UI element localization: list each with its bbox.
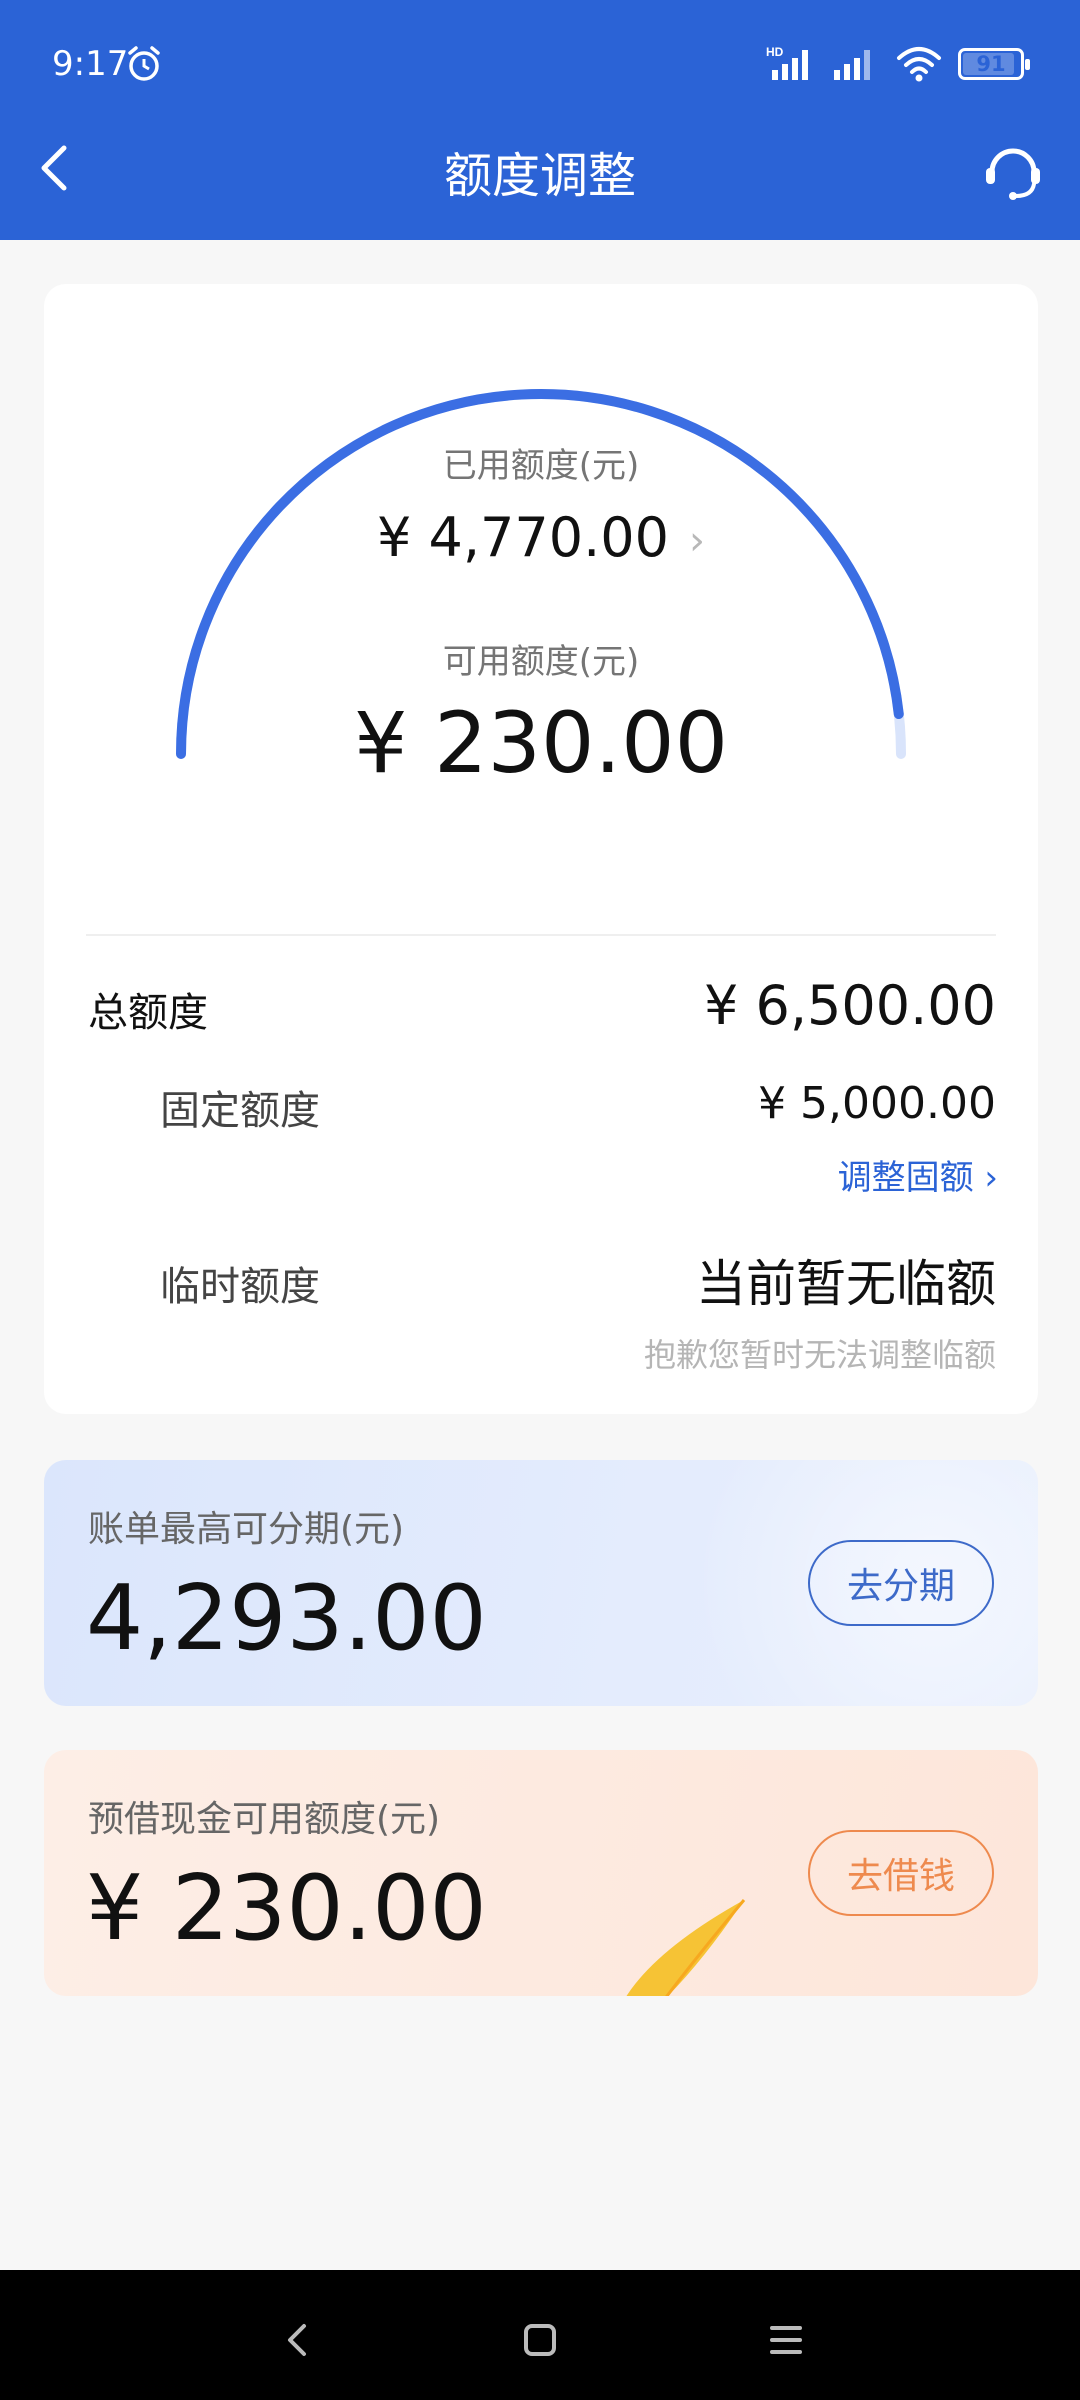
- cash-label: 预借现金可用额度(元): [88, 1799, 441, 1840]
- quota-card: 已用额度(元) ¥ 4,770.00 › 可用额度(元) ¥ 230.00 总额度…: [44, 284, 1038, 1414]
- battery-icon: 91: [958, 48, 1030, 80]
- fixed-quota-label: 固定额度: [160, 1088, 320, 1134]
- customer-service-icon[interactable]: [980, 138, 1046, 204]
- installment-value: 4,293.00: [86, 1566, 487, 1671]
- wifi-icon: [897, 47, 941, 82]
- borrow-button[interactable]: 去借钱: [808, 1830, 994, 1916]
- used-quota-row[interactable]: ¥ 4,770.00 ›: [44, 506, 1038, 569]
- temp-quota-value: 当前暂无临额: [696, 1255, 996, 1313]
- chevron-right-icon: ›: [689, 518, 705, 565]
- installment-label: 账单最高可分期(元): [88, 1509, 405, 1550]
- page-title: 额度调整: [443, 148, 636, 204]
- nav-back-icon[interactable]: [268, 2310, 328, 2370]
- nav-home-icon[interactable]: [510, 2310, 570, 2370]
- alarm-icon: [128, 46, 160, 81]
- available-quota-value: ¥ 230.00: [353, 694, 729, 792]
- divider: [86, 934, 996, 936]
- cash-advance-card[interactable]: 预借现金可用额度(元) ¥ 230.00 去借钱: [44, 1750, 1038, 1996]
- adjust-fixed-quota-link[interactable]: 调整固额 ›: [838, 1150, 998, 1199]
- signal-icon: [834, 50, 870, 80]
- battery-level: 91: [976, 52, 1006, 76]
- total-quota-label: 总额度: [88, 990, 208, 1036]
- chevron-right-icon: ›: [984, 1158, 998, 1198]
- hd-signal-icon: HD: [766, 45, 808, 80]
- system-navbar: [0, 2270, 1080, 2400]
- adjust-fixed-quota-label: 调整固额: [837, 1158, 974, 1198]
- nav-menu-icon[interactable]: [756, 2310, 816, 2370]
- total-quota-value: ¥ 6,500.00: [704, 974, 996, 1037]
- temp-quota-label: 临时额度: [160, 1264, 320, 1310]
- status-icons: HD 91: [766, 44, 1030, 84]
- used-quota-value: ¥ 4,770.00: [377, 506, 669, 569]
- installment-button[interactable]: 去分期: [808, 1540, 994, 1626]
- used-quota-label: 已用额度(元): [442, 446, 640, 486]
- svg-text:HD: HD: [766, 45, 784, 59]
- app-header: 9:17 HD 91 额度调整: [0, 0, 1080, 240]
- installment-card[interactable]: 账单最高可分期(元) 4,293.00 去分期: [44, 1460, 1038, 1706]
- cash-value: ¥ 230.00: [86, 1856, 487, 1961]
- feather-decoration: [626, 1899, 746, 1996]
- temp-quota-note: 抱歉您暂时无法调整临额: [643, 1336, 996, 1374]
- fixed-quota-value: ¥ 5,000.00: [758, 1078, 996, 1129]
- available-quota-label: 可用额度(元): [442, 642, 640, 682]
- status-time: 9:17: [52, 44, 129, 84]
